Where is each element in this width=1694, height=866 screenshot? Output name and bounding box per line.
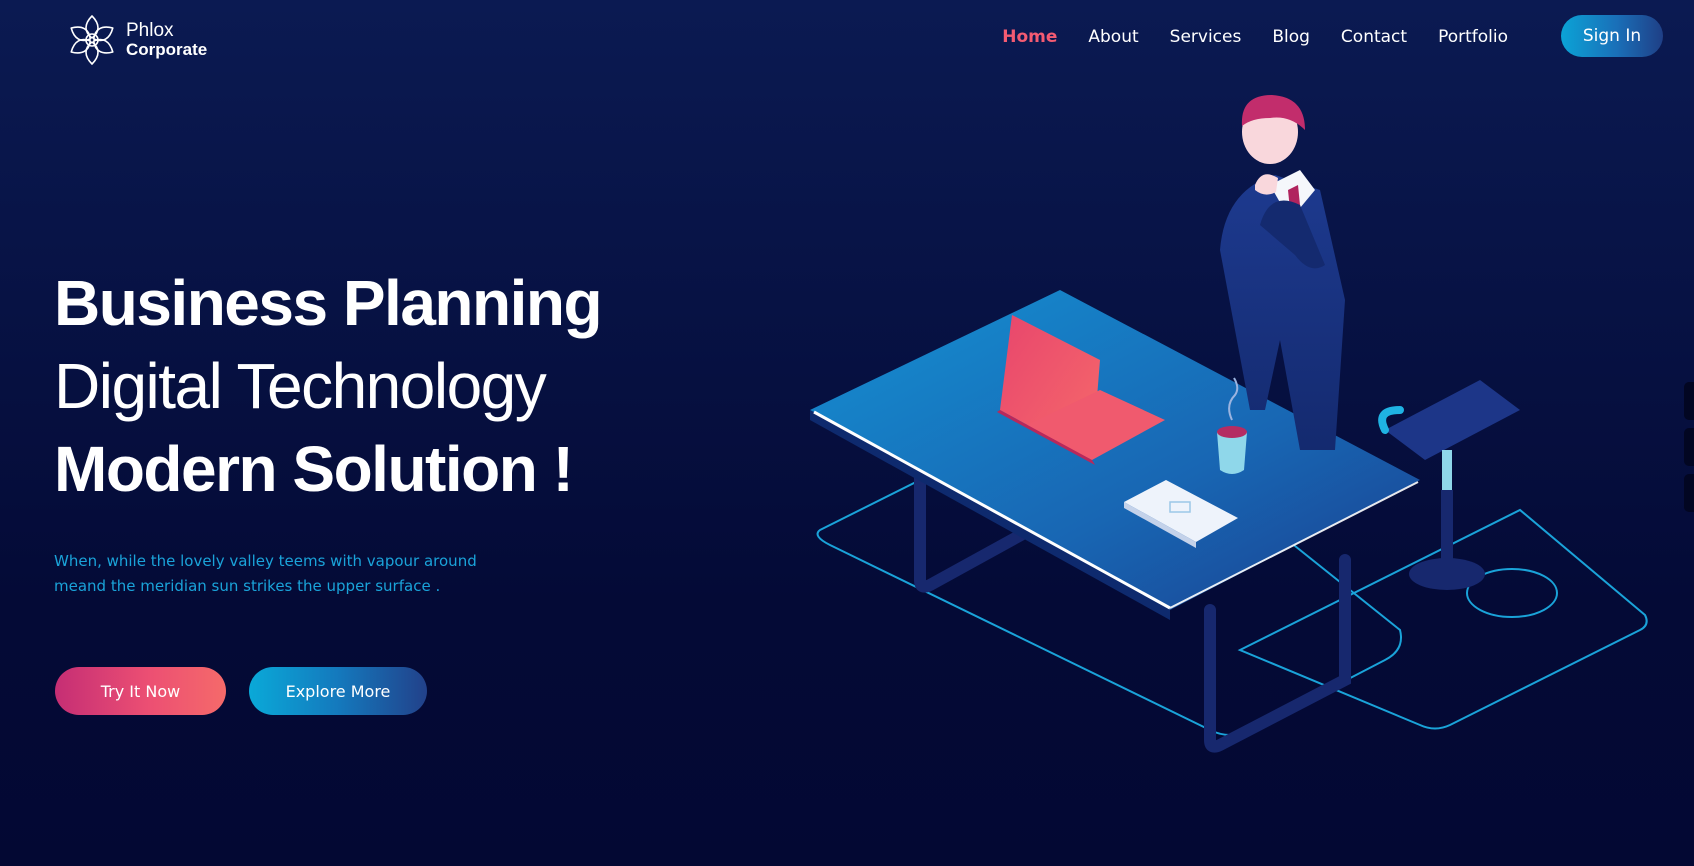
nav-item-about[interactable]: About [1088, 27, 1138, 47]
hero-illustration [810, 95, 1648, 753]
side-tab-3[interactable] [1684, 474, 1694, 512]
brand-name-line2: Corporate [126, 40, 208, 59]
top-navigation-bar: Phlox Corporate Home About Services Blog… [0, 0, 1694, 78]
nav-item-blog[interactable]: Blog [1272, 27, 1310, 47]
side-tab-2[interactable] [1684, 428, 1694, 466]
nav-item-services[interactable]: Services [1170, 27, 1242, 47]
hero-subtext-line-1: When, while the lovely valley teems with… [54, 552, 477, 570]
hero-subtext: When, while the lovely valley teems with… [54, 549, 514, 599]
sign-in-button[interactable]: Sign In [1561, 15, 1663, 57]
side-tab-strip [1684, 382, 1694, 520]
nav-item-portfolio[interactable]: Portfolio [1438, 27, 1508, 47]
brand-name-line1: Phlox [126, 20, 174, 41]
headline-line-1: Business Planning [54, 267, 603, 339]
brand-logo[interactable]: Phlox Corporate [64, 12, 224, 68]
brand-name: Phlox Corporate [126, 21, 207, 59]
main-nav: Home About Services Blog Contact Portfol… [1002, 24, 1508, 50]
side-tab-1[interactable] [1684, 382, 1694, 420]
headline-line-2: Digital Technology [54, 350, 547, 422]
headline-line-3: Modern Solution ! [54, 433, 574, 505]
hero-headline-block: Business Planning Digital Technology Mod… [54, 262, 674, 511]
nav-item-contact[interactable]: Contact [1341, 27, 1407, 47]
try-it-now-button[interactable]: Try It Now [55, 667, 226, 715]
hero-headline: Business Planning Digital Technology Mod… [54, 262, 674, 511]
nav-item-home[interactable]: Home [1002, 27, 1057, 47]
hero-subtext-line-2: meand the meridian sun strikes the upper… [54, 577, 441, 595]
explore-more-button[interactable]: Explore More [249, 667, 427, 715]
flower-logo-icon [70, 15, 114, 65]
